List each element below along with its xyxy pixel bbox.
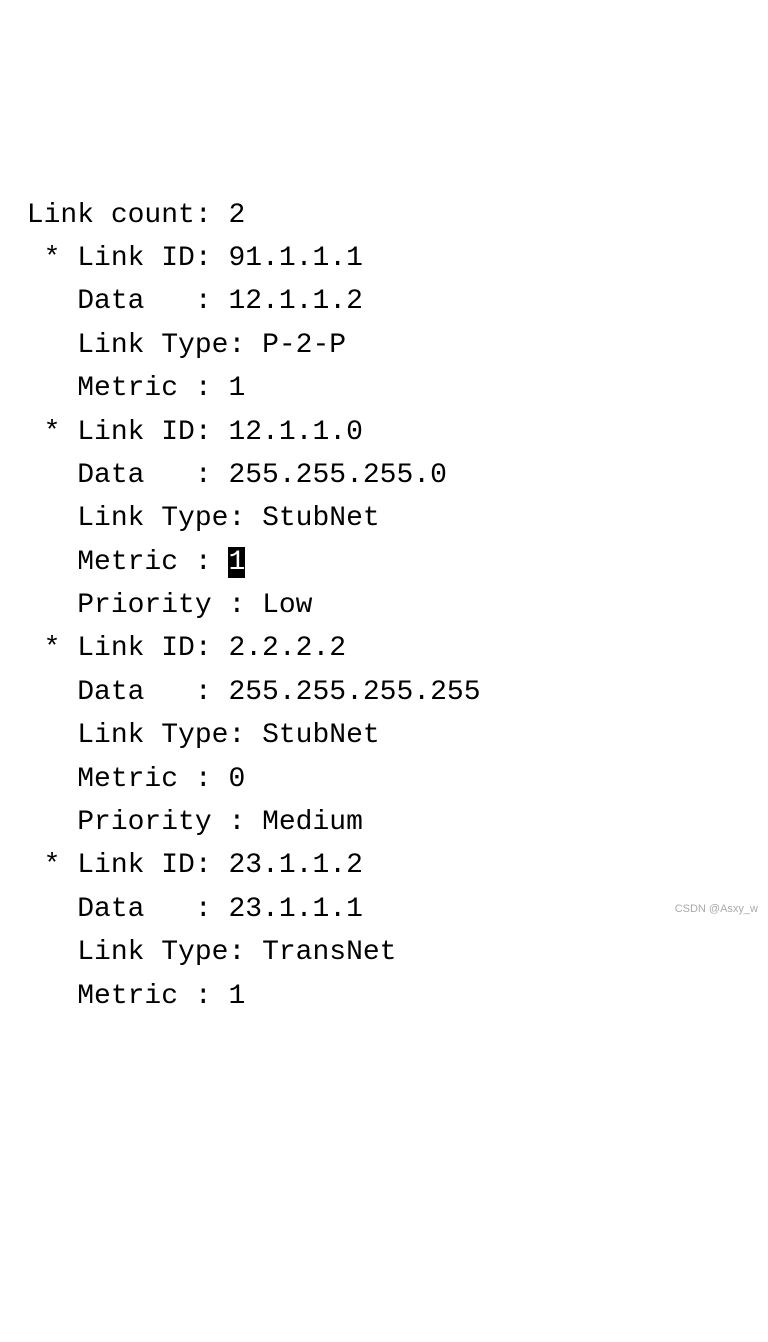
indent [10,937,77,968]
data-line: Data : 12.1.1.2 [10,280,758,323]
data-line: Data : 255.255.255.255 [10,671,758,714]
link-type-value: StubNet [262,503,380,534]
priority-line: Priority : Low [10,584,758,627]
link-type-line: Link Type: P-2-P [10,324,758,367]
indent [10,807,77,838]
indent [10,590,77,621]
metric-value: 0 [228,764,245,795]
link-id-value: 12.1.1.0 [228,417,362,448]
link-type-value: StubNet [262,720,380,751]
data-line: Data : 23.1.1.1 [10,888,758,931]
indent [10,330,77,361]
bullet: * [10,417,77,448]
metric-line: Metric : 1 [10,367,758,410]
priority-label: Priority : [77,590,262,621]
link-type-value: TransNet [262,937,396,968]
indent [10,503,77,534]
data-line: Data : 255.255.255.0 [10,454,758,497]
link-type-line: Link Type: TransNet [10,931,758,974]
link-type-label: Link Type: [77,720,262,751]
link-id-line: * Link ID: 12.1.1.0 [10,411,758,454]
metric-label: Metric : [77,547,228,578]
data-value: 255.255.255.255 [228,677,480,708]
link-type-line: Link Type: StubNet [10,714,758,757]
link-id-value: 91.1.1.1 [228,243,362,274]
data-value: 255.255.255.0 [228,460,446,491]
data-label: Data : [77,286,228,317]
link-id-label: Link ID: [77,633,228,664]
metric-line: Metric : 1 [10,975,758,1018]
priority-value: Low [262,590,312,621]
data-value: 23.1.1.1 [228,894,362,925]
data-value: 12.1.1.2 [228,286,362,317]
metric-value: 1 [228,373,245,404]
metric-label: Metric : [77,373,228,404]
link-count-line: Link count: 2 [10,194,758,237]
indent [10,286,77,317]
indent [10,547,77,578]
link-id-line: * Link ID: 2.2.2.2 [10,627,758,670]
metric-value: 1 [228,547,245,578]
link-id-value: 23.1.1.2 [228,850,362,881]
metric-label: Metric : [77,764,228,795]
indent [10,460,77,491]
terminal-output: Link count: 2 * Link ID: 91.1.1.1 Data :… [10,194,758,1018]
link-count-value: 2 [228,200,245,231]
link-id-label: Link ID: [77,243,228,274]
data-label: Data : [77,460,228,491]
metric-label: Metric : [77,981,228,1012]
link-count-label: Link count: [10,200,228,231]
metric-line: Metric : 1 [10,541,758,584]
bullet: * [10,633,77,664]
watermark: CSDN @Asxy_w [675,901,758,918]
link-id-label: Link ID: [77,417,228,448]
priority-label: Priority : [77,807,262,838]
link-id-line: * Link ID: 91.1.1.1 [10,237,758,280]
indent [10,677,77,708]
metric-line: Metric : 0 [10,758,758,801]
bullet: * [10,850,77,881]
indent [10,764,77,795]
link-type-label: Link Type: [77,503,262,534]
link-id-value: 2.2.2.2 [228,633,346,664]
link-type-line: Link Type: StubNet [10,497,758,540]
indent [10,720,77,751]
data-label: Data : [77,894,228,925]
indent [10,373,77,404]
bullet: * [10,243,77,274]
metric-value: 1 [228,981,245,1012]
data-label: Data : [77,677,228,708]
indent [10,981,77,1012]
priority-value: Medium [262,807,363,838]
link-id-line: * Link ID: 23.1.1.2 [10,844,758,887]
link-type-label: Link Type: [77,937,262,968]
link-id-label: Link ID: [77,850,228,881]
indent [10,894,77,925]
link-type-label: Link Type: [77,330,262,361]
link-type-value: P-2-P [262,330,346,361]
priority-line: Priority : Medium [10,801,758,844]
